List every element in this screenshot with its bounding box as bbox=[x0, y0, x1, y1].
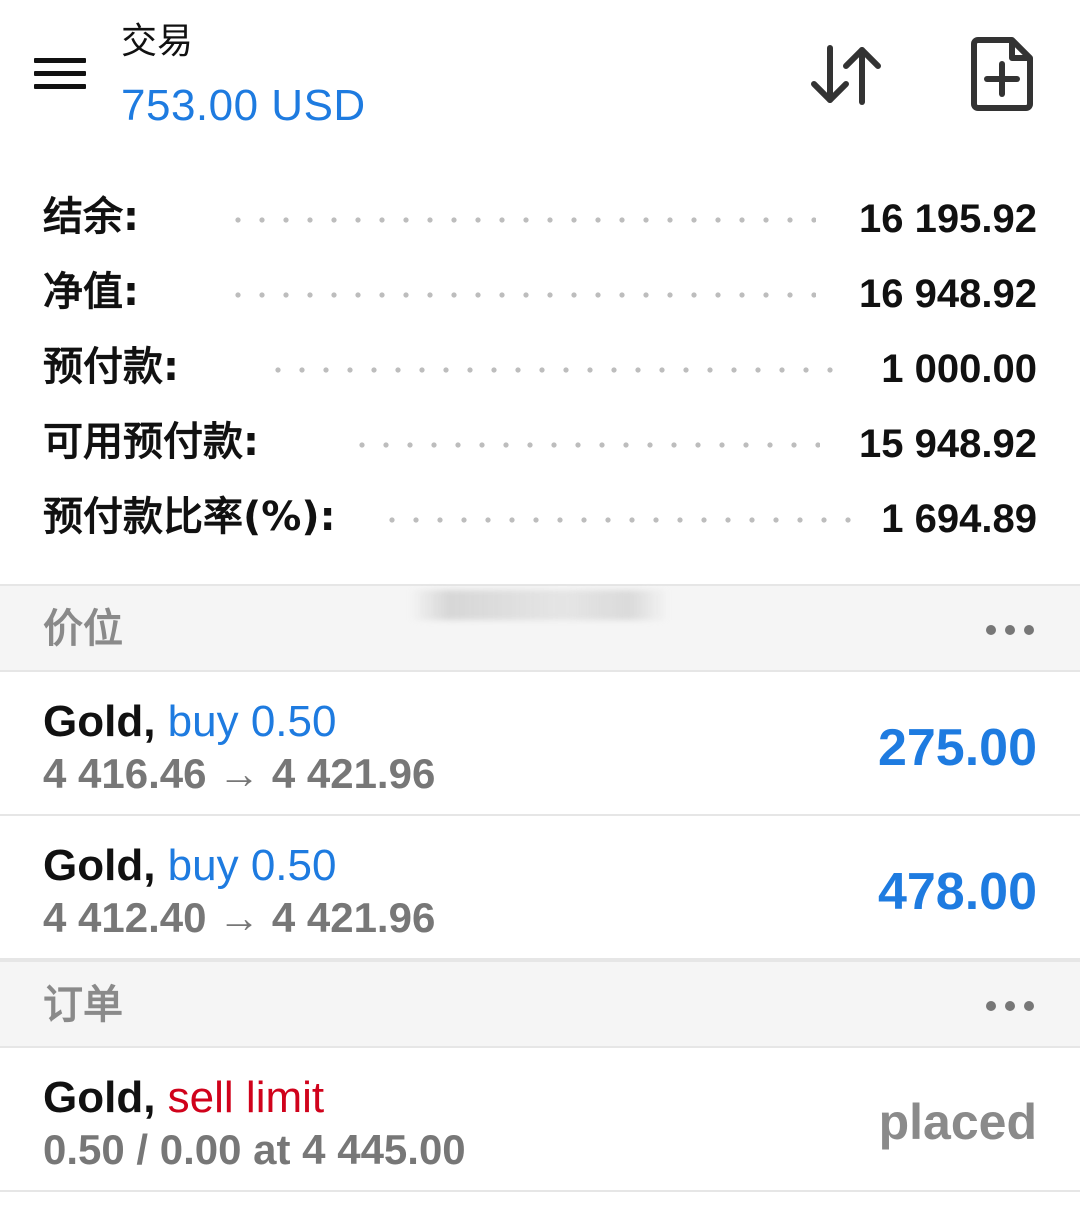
summary-value: 16 948.92 bbox=[859, 272, 1037, 316]
price-range: 4 412.40 → 4 421.96 bbox=[43, 894, 436, 941]
summary-row-equity: 净值: 16 948.92 bbox=[0, 255, 1080, 330]
summary-value: 1 694.89 bbox=[881, 497, 1037, 541]
symbol-label: Gold, bbox=[43, 1073, 156, 1122]
section-title: 订单 bbox=[43, 982, 123, 1028]
more-options-icon[interactable] bbox=[986, 982, 1036, 1028]
profit-value: 478.00 bbox=[877, 863, 1037, 921]
page-title: 交易 bbox=[121, 21, 194, 62]
symbol-label: Gold, bbox=[43, 697, 156, 746]
order-status: placed bbox=[878, 1094, 1037, 1150]
dot-leader bbox=[266, 366, 840, 374]
summary-row-margin: 预付款: 1 000.00 bbox=[0, 330, 1080, 405]
new-order-icon[interactable] bbox=[968, 36, 1036, 112]
orders-section-header: 订单 bbox=[0, 960, 1080, 1048]
order-title: Gold, sell limit bbox=[43, 1070, 324, 1126]
direction-label: sell limit bbox=[167, 1073, 325, 1122]
dot-leader bbox=[350, 441, 820, 449]
price-range: 4 416.46 → 4 421.96 bbox=[43, 750, 436, 797]
summary-row-margin-level: 预付款比率(%): 1 694.89 bbox=[0, 480, 1080, 555]
position-title: Gold, buy 0.50 bbox=[43, 838, 336, 894]
summary-label: 预付款: bbox=[43, 344, 179, 390]
direction-label: buy 0.50 bbox=[167, 841, 337, 890]
summary-value: 15 948.92 bbox=[859, 422, 1037, 466]
summary-label: 净值: bbox=[43, 269, 139, 315]
menu-icon[interactable] bbox=[22, 40, 98, 106]
blurred-overlay bbox=[410, 590, 668, 620]
summary-label: 预付款比率(%): bbox=[43, 494, 336, 540]
dot-leader bbox=[226, 216, 816, 224]
summary-row-free-margin: 可用预付款: 15 948.92 bbox=[0, 405, 1080, 480]
position-item[interactable]: Gold, buy 0.50 4 412.40 → 4 421.96 478.0… bbox=[0, 818, 1080, 960]
top-app-bar: 交易 753.00 USD bbox=[0, 0, 1080, 150]
summary-row-balance: 结余: 16 195.92 bbox=[0, 180, 1080, 255]
section-title: 价位 bbox=[43, 606, 123, 652]
position-item[interactable]: Gold, buy 0.50 4 416.46 → 4 421.96 275.0… bbox=[0, 674, 1080, 816]
order-details: 0.50 / 0.00 at 4 445.00 bbox=[43, 1126, 466, 1173]
summary-value: 1 000.00 bbox=[881, 347, 1037, 391]
symbol-label: Gold, bbox=[43, 841, 156, 890]
title-block: 交易 753.00 USD bbox=[121, 20, 366, 132]
summary-label: 可用预付款: bbox=[43, 419, 259, 465]
summary-label: 结余: bbox=[43, 194, 139, 240]
dot-leader bbox=[226, 291, 816, 299]
dot-leader bbox=[380, 516, 860, 524]
position-title: Gold, buy 0.50 bbox=[43, 694, 336, 750]
summary-value: 16 195.92 bbox=[859, 197, 1037, 241]
order-item[interactable]: Gold, sell limit 0.50 / 0.00 at 4 445.00… bbox=[0, 1050, 1080, 1192]
profit-value: 275.00 bbox=[877, 719, 1037, 777]
profit-subtitle: 753.00 USD bbox=[121, 81, 366, 130]
sort-icon[interactable] bbox=[808, 40, 884, 110]
direction-label: buy 0.50 bbox=[167, 697, 337, 746]
more-options-icon[interactable] bbox=[986, 606, 1036, 652]
